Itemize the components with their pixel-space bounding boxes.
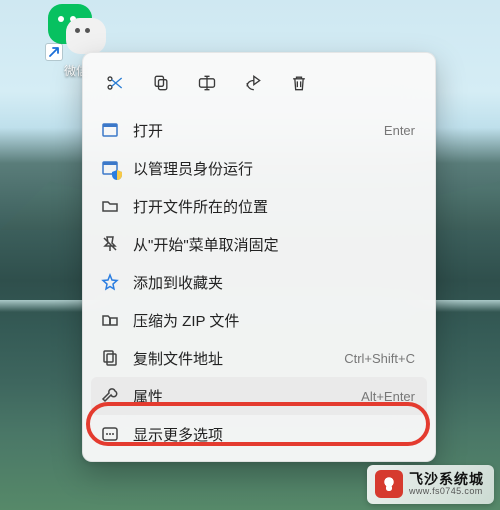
rename-button[interactable] xyxy=(187,65,227,101)
menu-item-shortcut: Ctrl+Shift+C xyxy=(344,351,415,366)
rename-icon xyxy=(197,73,217,93)
watermark-title: 飞沙系统城 xyxy=(409,472,484,487)
copy-path-icon xyxy=(101,349,119,367)
menu-item-label: 打开 xyxy=(133,120,370,141)
zip-icon xyxy=(101,311,119,329)
folder-icon xyxy=(101,197,119,215)
run-as-admin-icon xyxy=(101,159,119,177)
trash-icon xyxy=(289,73,309,93)
menu-properties[interactable]: 属性 Alt+Enter xyxy=(91,377,427,415)
menu-item-label: 压缩为 ZIP 文件 xyxy=(133,310,415,331)
copy-icon xyxy=(151,73,171,93)
wrench-icon xyxy=(101,387,119,405)
more-options-icon xyxy=(101,425,119,443)
context-menu: 打开 Enter 以管理员身份运行 打开文件所在的位置 从"开始"菜单取消固定 … xyxy=(82,52,436,462)
delete-button[interactable] xyxy=(279,65,319,101)
menu-item-label: 从"开始"菜单取消固定 xyxy=(133,234,415,255)
copy-button[interactable] xyxy=(141,65,181,101)
open-icon xyxy=(101,121,119,139)
watermark-url: www.fs0745.com xyxy=(409,487,484,496)
menu-item-label: 以管理员身份运行 xyxy=(133,158,415,179)
scissors-icon xyxy=(105,73,125,93)
menu-open[interactable]: 打开 Enter xyxy=(91,111,427,149)
shortcut-arrow-icon xyxy=(46,44,62,60)
action-bar xyxy=(91,61,427,111)
unpin-icon xyxy=(101,235,119,253)
menu-item-label: 属性 xyxy=(133,386,347,407)
wechat-icon xyxy=(48,4,104,58)
menu-item-label: 添加到收藏夹 xyxy=(133,272,415,293)
menu-item-label: 复制文件地址 xyxy=(133,348,330,369)
share-button[interactable] xyxy=(233,65,273,101)
watermark-logo-icon xyxy=(375,470,403,498)
menu-show-more-options[interactable]: 显示更多选项 xyxy=(91,415,427,453)
cut-button[interactable] xyxy=(95,65,135,101)
share-icon xyxy=(243,73,263,93)
menu-add-to-favorites[interactable]: 添加到收藏夹 xyxy=(91,263,427,301)
menu-item-label: 打开文件所在的位置 xyxy=(133,196,415,217)
menu-run-as-admin[interactable]: 以管理员身份运行 xyxy=(91,149,427,187)
menu-compress-zip[interactable]: 压缩为 ZIP 文件 xyxy=(91,301,427,339)
watermark: 飞沙系统城 www.fs0745.com xyxy=(367,465,494,504)
menu-item-label: 显示更多选项 xyxy=(133,424,415,445)
menu-item-shortcut: Enter xyxy=(384,123,415,138)
menu-item-shortcut: Alt+Enter xyxy=(361,389,415,404)
menu-copy-path[interactable]: 复制文件地址 Ctrl+Shift+C xyxy=(91,339,427,377)
menu-open-file-location[interactable]: 打开文件所在的位置 xyxy=(91,187,427,225)
star-icon xyxy=(101,273,119,291)
menu-unpin-from-start[interactable]: 从"开始"菜单取消固定 xyxy=(91,225,427,263)
